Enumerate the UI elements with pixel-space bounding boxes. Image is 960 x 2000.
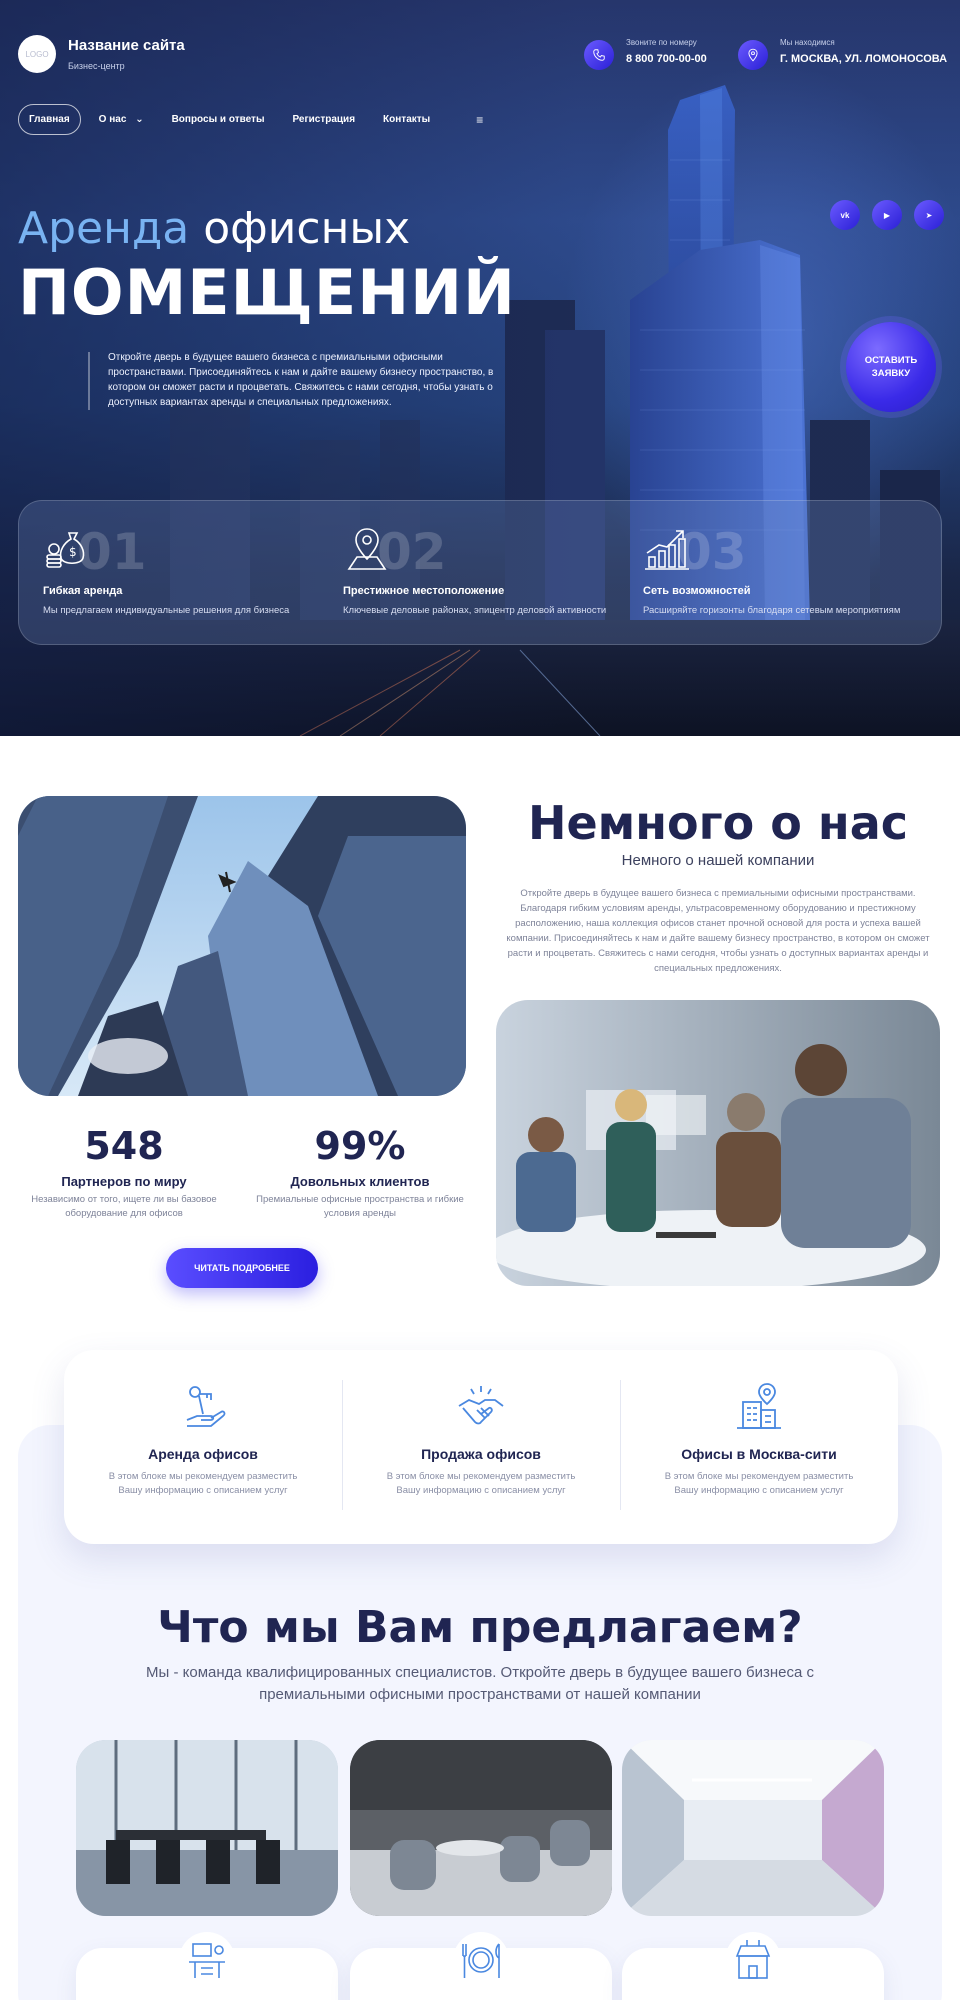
hero-title-line1: Аренда офисных [18,203,410,254]
social-links: vk ▶ ➤ [818,200,944,230]
service-desc: В этом блоке мы рекомендуем разместить В… [108,1471,298,1496]
money-bag-icon: $ [43,525,91,573]
read-more-button[interactable]: ЧИТАТЬ ПОДРОБНЕЕ [166,1248,318,1288]
about-subtitle: Немного о нашей компании [621,852,815,869]
feature-desc: Ключевые деловые районах, эпицентр делов… [343,605,607,616]
service-item[interactable]: Офисы в Москва-сити В этом блоке мы реко… [620,1350,898,1544]
feature-item: 01 $ Гибкая аренда Мы предлагаем индивид… [19,501,319,644]
dining-icon [453,1932,509,1988]
hero-description: Откройте дверь в будущее вашего бизнеса … [108,352,494,408]
services-card: Аренда офисов В этом блоке мы рекомендуе… [64,1350,898,1544]
handshake-icon [455,1382,507,1434]
service-desc: В этом блоке мы рекомендуем разместить В… [664,1471,854,1496]
nav-item-home[interactable]: Главная [18,104,81,135]
about-text: Откройте дверь в будущее вашего бизнеса … [506,888,930,974]
service-item[interactable]: Аренда офисов В этом блоке мы рекомендуе… [64,1350,342,1544]
service-desc: В этом блоке мы рекомендуем разместить В… [386,1471,576,1496]
feature-desc: Расширяйте горизонты благодаря сетевым м… [643,605,901,616]
hand-key-icon [177,1382,229,1434]
nav-item-about-label: О нас [98,114,127,125]
menu-icon[interactable]: ≡ [476,113,483,127]
logo[interactable]: LOGO [18,35,56,73]
hero-features-panel: 01 $ Гибкая аренда Мы предлагаем индивид… [18,500,942,645]
nav-item-registration[interactable]: Регистрация [292,114,355,125]
map-pin-icon [343,525,391,573]
stat-desc: Премиальные офисные пространства и гибки… [256,1194,464,1219]
stat-label: Партнеров по миру [61,1174,187,1189]
location-address: Г. МОСКВА, УЛ. ЛОМОНОСОВА [780,53,948,65]
stat-label: Довольных клиентов [290,1174,430,1189]
feature-title: Гибкая аренда [43,585,123,597]
location-contact[interactable]: Мы находимся Г. МОСКВА, УЛ. ЛОМОНОСОВА [738,38,947,70]
stat-value: 548 [84,1124,164,1168]
about-title: Немного о нас [527,796,909,850]
telegram-icon[interactable]: ➤ [914,200,944,230]
stat-clients: 99% Довольных клиентов Премиальные офисн… [250,1124,470,1221]
phone-label: Звоните по номеру [626,38,697,47]
building-pin-icon [733,1382,785,1434]
feature-desc: Мы предлагаем индивидуальные решения для… [43,605,290,616]
svg-text:$: $ [69,545,77,559]
request-button[interactable]: ОСТАВИТЬ ЗАЯВКУ [846,322,936,412]
about-team-photo [496,1000,940,1286]
phone-icon [584,40,614,70]
logo-text: LOGO [25,49,49,59]
location-icon [738,40,768,70]
vk-icon[interactable]: vk [830,200,860,230]
shop-icon [725,1932,781,1988]
service-title: Офисы в Москва-сити [681,1446,837,1462]
phone-number[interactable]: 8 800 700-00-00 [626,53,707,65]
workspace-icon [179,1932,235,1988]
offer-subtitle: Мы - команда квалифицированных специалис… [146,1664,814,1703]
location-label: Мы находимся [780,38,835,47]
offer-meeting-room-photo[interactable] [76,1740,338,1916]
site-title[interactable]: Название сайта [68,37,185,54]
hero-title-line2: ПОМЕЩЕНИЙ [18,256,516,329]
growth-chart-icon [643,525,691,573]
hero-title-accent: Аренда [18,203,190,254]
youtube-icon[interactable]: ▶ [872,200,902,230]
feature-title: Престижное местоположение [343,585,505,597]
about-skyscrapers-photo [18,796,466,1096]
stat-desc: Независимо от того, ищете ли вы базовое … [31,1194,217,1219]
nav-item-about[interactable]: О нас ⌄ [99,114,144,125]
offer-restaurant-photo[interactable] [350,1740,612,1916]
hero-desc-divider [88,352,90,410]
phone-contact[interactable]: Звоните по номеру 8 800 700-00-00 [584,38,707,70]
service-title: Аренда офисов [148,1446,258,1462]
stat-partners: 548 Партнеров по миру Независимо от того… [14,1124,234,1221]
hero-title-rest: офисных [189,203,411,254]
service-item[interactable]: Продажа офисов В этом блоке мы рекоменду… [342,1350,620,1544]
nav-item-faq[interactable]: Вопросы и ответы [172,114,265,125]
feature-item: 03 Сеть возможностей Расширяйте горизонт… [619,501,919,644]
offer-title: Что мы Вам предлагаем? [157,1602,803,1653]
feature-item: 02 Престижное местоположение Ключевые де… [319,501,619,644]
service-title: Продажа офисов [421,1446,541,1462]
chevron-down-icon: ⌄ [135,114,144,125]
nav-item-contacts[interactable]: Контакты [383,114,430,125]
feature-title: Сеть возможностей [643,585,751,597]
site-subtitle: Бизнес-центр [68,61,125,71]
main-nav: Главная О нас ⌄ Вопросы и ответы Регистр… [18,104,483,135]
offer-mall-photo[interactable] [622,1740,884,1916]
stat-value: 99% [314,1124,406,1168]
